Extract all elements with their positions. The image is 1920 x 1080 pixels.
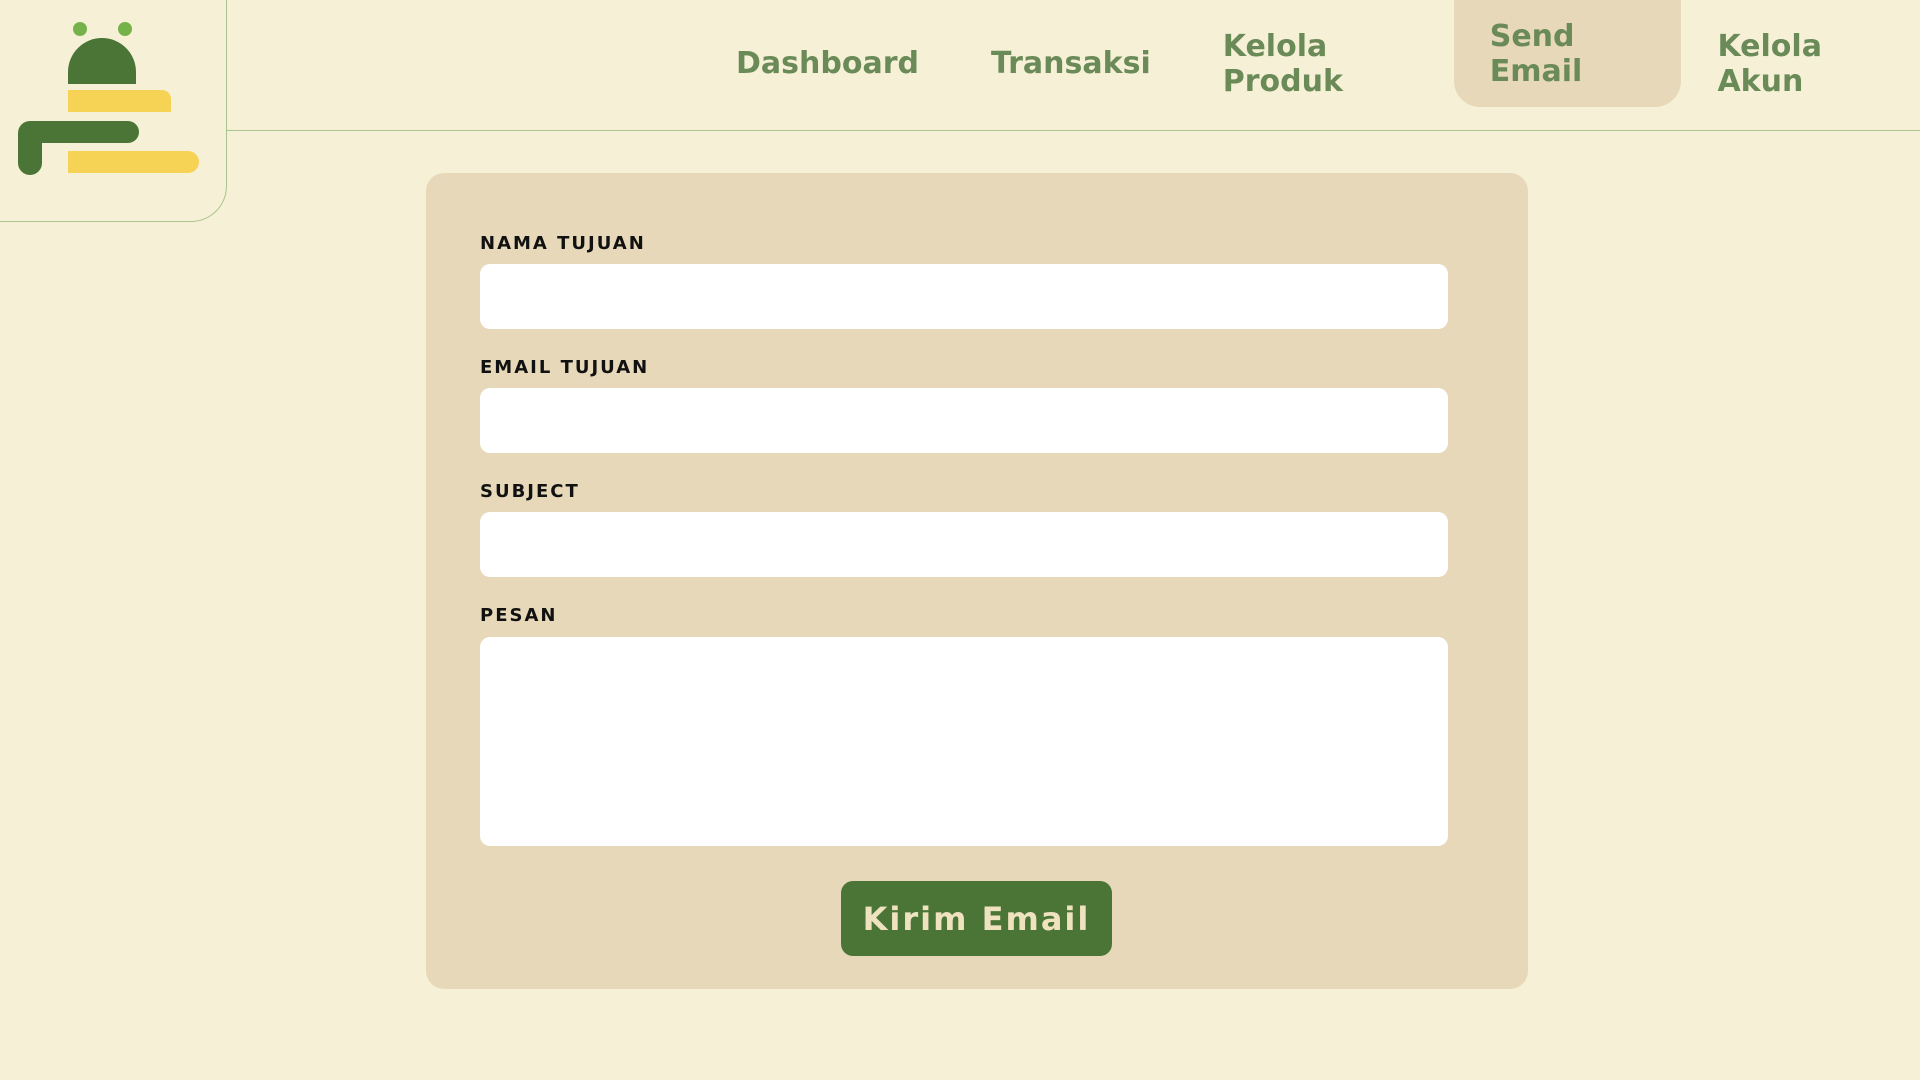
- nav-item-send-email[interactable]: Send Email: [1453, 0, 1682, 107]
- pesan-textarea[interactable]: [480, 637, 1448, 846]
- header-divider: [227, 130, 1920, 131]
- logo-card: [0, 0, 227, 222]
- pesan-label: PESAN: [480, 605, 558, 626]
- nav-item-kelola-produk[interactable]: Kelola Produk: [1187, 0, 1454, 127]
- nav-item-transaksi[interactable]: Transaksi: [955, 0, 1187, 127]
- subject-label: SUBJECT: [480, 481, 580, 502]
- kirim-email-button[interactable]: Kirim Email: [841, 881, 1112, 956]
- brand-logo-icon: [18, 22, 199, 175]
- nama-tujuan-label: NAMA TUJUAN: [480, 233, 646, 254]
- subject-input[interactable]: [480, 512, 1448, 577]
- nama-tujuan-input[interactable]: [480, 264, 1448, 329]
- email-tujuan-input[interactable]: [480, 388, 1448, 453]
- nav-item-dashboard[interactable]: Dashboard: [700, 0, 955, 127]
- nav-item-kelola-akun[interactable]: Kelola Akun: [1681, 0, 1920, 127]
- top-nav: Dashboard Transaksi Kelola Produk Send E…: [700, 0, 1920, 107]
- send-email-form: NAMA TUJUAN EMAIL TUJUAN SUBJECT PESAN K…: [426, 173, 1528, 989]
- email-tujuan-label: EMAIL TUJUAN: [480, 357, 650, 378]
